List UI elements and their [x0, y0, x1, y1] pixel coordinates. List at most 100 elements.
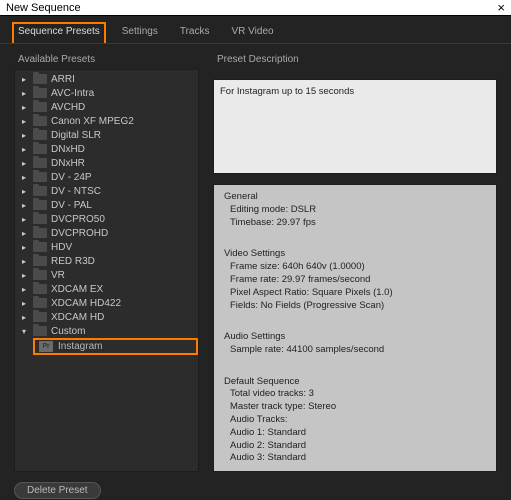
preset-folder-label: VR: [51, 270, 65, 281]
preset-description-text: For Instagram up to 15 seconds: [220, 86, 354, 97]
preset-item-label: Instagram: [58, 341, 102, 352]
preset-folder[interactable]: Custom: [15, 324, 198, 338]
chevron-right-icon[interactable]: [19, 285, 29, 294]
chevron-down-icon[interactable]: [19, 327, 29, 336]
preset-folder[interactable]: DV - PAL: [15, 198, 198, 212]
chevron-right-icon[interactable]: [19, 145, 29, 154]
preset-folder[interactable]: XDCAM EX: [15, 282, 198, 296]
preset-folder[interactable]: DVCPRO50: [15, 212, 198, 226]
chevron-right-icon[interactable]: [19, 131, 29, 140]
preset-detail-box: GeneralEditing mode: DSLRTimebase: 29.97…: [213, 184, 497, 472]
chevron-right-icon[interactable]: [19, 117, 29, 126]
preset-tree[interactable]: ARRI AVC-IntraAVCHD Canon XF MPEG2 Digital …: [14, 69, 199, 472]
preset-folder[interactable]: DNxHR: [15, 156, 198, 170]
detail-line: [224, 229, 490, 242]
preset-item[interactable]: Pr Instagram: [33, 338, 198, 355]
chevron-right-icon[interactable]: [19, 89, 29, 98]
preset-folder-label: XDCAM HD422: [51, 298, 121, 309]
preset-folder-label: ARRI: [51, 74, 75, 85]
preset-folder-label: DVCPRO50: [51, 214, 105, 225]
bottom-controls: Delete Preset Sequence Name: OK Cancel: [0, 478, 511, 500]
preset-folder[interactable]: RED R3D: [15, 254, 198, 268]
preset-folder[interactable]: DV - NTSC: [15, 184, 198, 198]
preset-folder[interactable]: DV - 24P: [15, 170, 198, 184]
preset-folder-label: Digital SLR: [51, 130, 101, 141]
preset-folder[interactable]: XDCAM HD: [15, 310, 198, 324]
folder-icon: [33, 200, 47, 211]
detail-line: Pixel Aspect Ratio: Square Pixels (1.0): [224, 287, 490, 300]
folder-icon: [33, 228, 47, 239]
chevron-right-icon[interactable]: [19, 215, 29, 224]
preset-folder[interactable]: DNxHD: [15, 142, 198, 156]
tab-tracks[interactable]: Tracks: [174, 22, 216, 43]
detail-line: Sample rate: 44100 samples/second: [224, 344, 490, 357]
tab-vr-video[interactable]: VR Video: [226, 22, 280, 43]
preset-description-header: Preset Description: [217, 54, 497, 65]
detail-line: Default Sequence: [224, 376, 490, 389]
preset-folder[interactable]: Digital SLR: [15, 128, 198, 142]
chevron-right-icon[interactable]: [19, 271, 29, 280]
preset-folder[interactable]: AVCHD: [15, 100, 198, 114]
preset-folder[interactable]: ARRI: [15, 72, 198, 86]
preset-folder-label: HDV: [51, 242, 72, 253]
preset-folder-label: DV - PAL: [51, 200, 92, 211]
preset-folder-label: DNxHD: [51, 144, 85, 155]
detail-line: Editing mode: DSLR: [224, 204, 490, 217]
chevron-right-icon[interactable]: [19, 187, 29, 196]
preset-folder[interactable]: XDCAM HD422: [15, 296, 198, 310]
detail-line: Fields: No Fields (Progressive Scan): [224, 300, 490, 313]
preset-folder-label: RED R3D: [51, 256, 95, 267]
preset-folder[interactable]: VR: [15, 268, 198, 282]
preset-folder[interactable]: AVC-Intra: [15, 86, 198, 100]
chevron-right-icon[interactable]: [19, 313, 29, 322]
chevron-right-icon[interactable]: [19, 201, 29, 210]
chevron-right-icon[interactable]: [19, 173, 29, 182]
close-icon[interactable]: ×: [497, 0, 505, 15]
detail-line: Master track type: Stereo: [224, 401, 490, 414]
chevron-right-icon[interactable]: [19, 75, 29, 84]
chevron-right-icon[interactable]: [19, 229, 29, 238]
preset-icon: Pr: [39, 341, 53, 352]
folder-icon: [33, 88, 47, 99]
left-panel: Available Presets ARRI AVC-IntraAVCHD Cano…: [14, 50, 199, 472]
detail-line: Audio 2: Standard: [224, 440, 490, 453]
preset-description-box: For Instagram up to 15 seconds: [213, 79, 497, 174]
preset-folder-label: DNxHR: [51, 158, 85, 169]
folder-icon: [33, 298, 47, 309]
dialog-title: New Sequence: [6, 2, 81, 14]
chevron-right-icon[interactable]: [19, 257, 29, 266]
tab-settings[interactable]: Settings: [116, 22, 164, 43]
detail-line: Video Settings: [224, 248, 490, 261]
tabs: Sequence Presets Settings Tracks VR Video: [0, 16, 511, 44]
detail-line: [224, 357, 490, 370]
folder-icon: [33, 172, 47, 183]
folder-icon: [33, 144, 47, 155]
chevron-right-icon[interactable]: [19, 243, 29, 252]
detail-line: Timebase: 29.97 fps: [224, 217, 490, 230]
preset-folder[interactable]: DVCPROHD: [15, 226, 198, 240]
chevron-right-icon[interactable]: [19, 159, 29, 168]
available-presets-header: Available Presets: [18, 54, 199, 65]
right-panel: Preset Description For Instagram up to 1…: [213, 50, 497, 472]
detail-line: Audio Settings: [224, 331, 490, 344]
folder-icon: [33, 270, 47, 281]
preset-folder[interactable]: HDV: [15, 240, 198, 254]
folder-icon: [33, 74, 47, 85]
folder-icon: [33, 102, 47, 113]
detail-line: [224, 312, 490, 325]
folder-icon: [33, 116, 47, 127]
tab-sequence-presets[interactable]: Sequence Presets: [12, 22, 106, 43]
delete-preset-button[interactable]: Delete Preset: [14, 482, 101, 499]
chevron-right-icon[interactable]: [19, 299, 29, 308]
preset-folder[interactable]: Canon XF MPEG2: [15, 114, 198, 128]
chevron-right-icon[interactable]: [19, 103, 29, 112]
folder-icon: [33, 326, 47, 337]
folder-icon: [33, 256, 47, 267]
preset-folder-label: AVC-Intra: [51, 88, 94, 99]
folder-icon: [33, 214, 47, 225]
preset-folder-label: Canon XF MPEG2: [51, 116, 134, 127]
folder-icon: [33, 242, 47, 253]
detail-line: Frame size: 640h 640v (1.0000): [224, 261, 490, 274]
folder-icon: [33, 186, 47, 197]
detail-line: Frame rate: 29.97 frames/second: [224, 274, 490, 287]
